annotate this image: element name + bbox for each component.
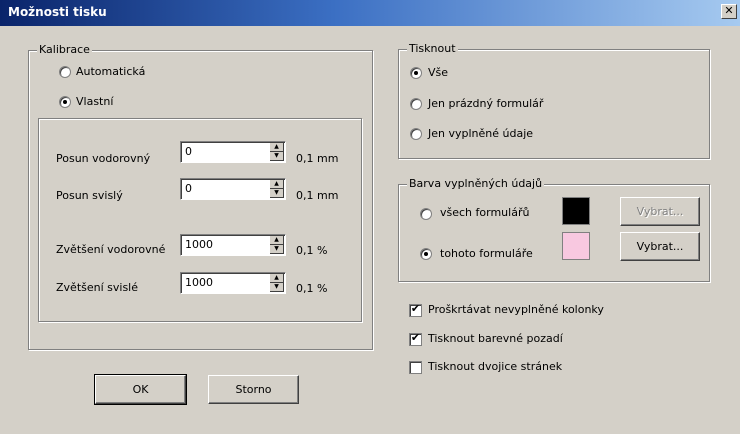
horizontal-offset-label: Posun vodorovný: [56, 152, 151, 165]
print-options-dialog: Možnosti tisku ✕ Kalibrace Automatická V…: [0, 0, 740, 434]
radio-print-all[interactable]: [410, 67, 422, 79]
vertical-scale-spinner[interactable]: 1000 ▲ ▼: [180, 272, 286, 294]
checkbox-print-page-pairs[interactable]: [409, 361, 422, 374]
horizontal-offset-unit: 0,1 mm: [296, 152, 339, 165]
horizontal-offset-value: 0: [185, 145, 192, 158]
vertical-scale-label: Zvětšení svislé: [56, 281, 139, 294]
print-legend: Tisknout: [407, 42, 458, 55]
spin-down-icon[interactable]: ▼: [270, 245, 284, 254]
checkbox-print-color-background-label: Tisknout barevné pozadí: [428, 332, 563, 345]
radio-print-empty-form[interactable]: [410, 98, 422, 110]
horizontal-scale-value: 1000: [185, 238, 213, 251]
spin-up-icon[interactable]: ▲: [270, 180, 284, 189]
radio-print-empty-form-label: Jen prázdný formulář: [428, 97, 544, 110]
choose-color-this-form-button[interactable]: Vybrat...: [620, 232, 700, 261]
horizontal-scale-spinner[interactable]: 1000 ▲ ▼: [180, 234, 286, 256]
spin-up-icon[interactable]: ▲: [270, 143, 284, 152]
cancel-button-label: Storno: [235, 383, 272, 396]
vertical-offset-unit: 0,1 mm: [296, 189, 339, 202]
horizontal-scale-unit: 0,1 %: [296, 244, 328, 257]
vertical-scale-unit: 0,1 %: [296, 282, 328, 295]
color-swatch-all-forms: [562, 197, 590, 225]
vertical-offset-value: 0: [185, 182, 192, 195]
radio-automatic[interactable]: [59, 66, 71, 78]
close-button[interactable]: ✕: [721, 4, 737, 19]
ok-button[interactable]: OK: [94, 374, 187, 405]
checkmark-icon: ✔: [410, 302, 421, 315]
choose-color-all-forms-label: Vybrat...: [636, 205, 684, 218]
checkbox-print-color-background[interactable]: ✔: [409, 331, 422, 346]
radio-print-filled-data[interactable]: [410, 128, 422, 140]
radio-automatic-label: Automatická: [76, 65, 146, 78]
spin-down-icon[interactable]: ▼: [270, 189, 284, 198]
horizontal-scale-label: Zvětšení vodorovné: [56, 243, 166, 256]
radio-color-this-form[interactable]: [420, 248, 432, 260]
checkbox-strike-empty-fields[interactable]: ✔: [409, 302, 422, 317]
spin-up-icon[interactable]: ▲: [270, 236, 284, 245]
radio-color-all-forms[interactable]: [420, 208, 432, 220]
choose-color-this-form-label: Vybrat...: [636, 240, 684, 253]
calibration-legend: Kalibrace: [37, 43, 92, 56]
radio-custom[interactable]: [59, 96, 71, 108]
vertical-scale-value: 1000: [185, 276, 213, 289]
horizontal-offset-spinner[interactable]: 0 ▲ ▼: [180, 141, 286, 163]
spin-down-icon[interactable]: ▼: [270, 283, 284, 292]
choose-color-all-forms-button[interactable]: Vybrat...: [620, 197, 700, 226]
spin-down-icon[interactable]: ▼: [270, 152, 284, 161]
vertical-offset-spinner[interactable]: 0 ▲ ▼: [180, 178, 286, 200]
vertical-offset-label: Posun svislý: [56, 189, 123, 202]
radio-print-filled-data-label: Jen vyplněné údaje: [428, 127, 534, 140]
title-bar: Možnosti tisku ✕: [0, 0, 740, 26]
cancel-button[interactable]: Storno: [208, 375, 299, 404]
radio-color-this-form-label: tohoto formuláře: [440, 247, 533, 260]
ok-button-label: OK: [132, 383, 149, 396]
checkbox-print-page-pairs-label: Tisknout dvojice stránek: [428, 360, 563, 373]
checkbox-strike-empty-fields-label: Proškrtávat nevyplněné kolonky: [428, 303, 604, 316]
radio-custom-label: Vlastní: [76, 95, 114, 108]
radio-print-all-label: Vše: [428, 66, 449, 79]
color-legend: Barva vyplněných údajů: [407, 177, 545, 190]
checkmark-icon: ✔: [410, 331, 421, 344]
close-icon: ✕: [724, 4, 734, 17]
dialog-title: Možnosti tisku: [8, 5, 107, 19]
spin-up-icon[interactable]: ▲: [270, 274, 284, 283]
radio-color-all-forms-label: všech formulářů: [440, 206, 530, 219]
color-swatch-this-form: [562, 232, 590, 260]
